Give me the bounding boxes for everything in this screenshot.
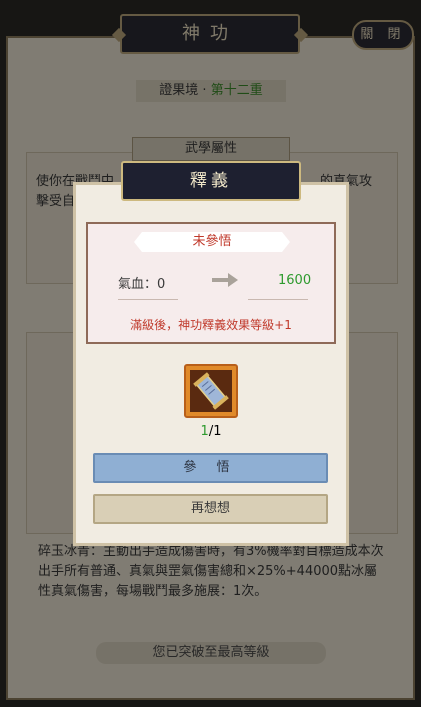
item-have: 1 [200, 424, 209, 439]
divider-right [248, 299, 308, 300]
stat-current-value: 0 [157, 277, 166, 292]
effect-text: 滿級後，神功釋義效果等級+1 [130, 318, 292, 332]
arrow-right-icon [212, 273, 238, 287]
comprehend-button[interactable]: 參 悟 [93, 453, 328, 483]
item-background [190, 370, 232, 412]
item-count: 1/1 [186, 424, 236, 439]
stat-label: 氣血： [118, 277, 158, 292]
stat-current: 氣血：0 [118, 273, 165, 292]
cancel-button[interactable]: 再想想 [93, 494, 328, 524]
modal-title: 釋義 [121, 161, 301, 201]
status-badge: 未參悟 [134, 232, 290, 252]
stat-next-value: 1600 [278, 273, 312, 288]
item-slot[interactable] [184, 364, 238, 418]
item-need: /1 [208, 424, 222, 439]
divider-left [118, 299, 178, 300]
scroll-icon [193, 372, 229, 410]
